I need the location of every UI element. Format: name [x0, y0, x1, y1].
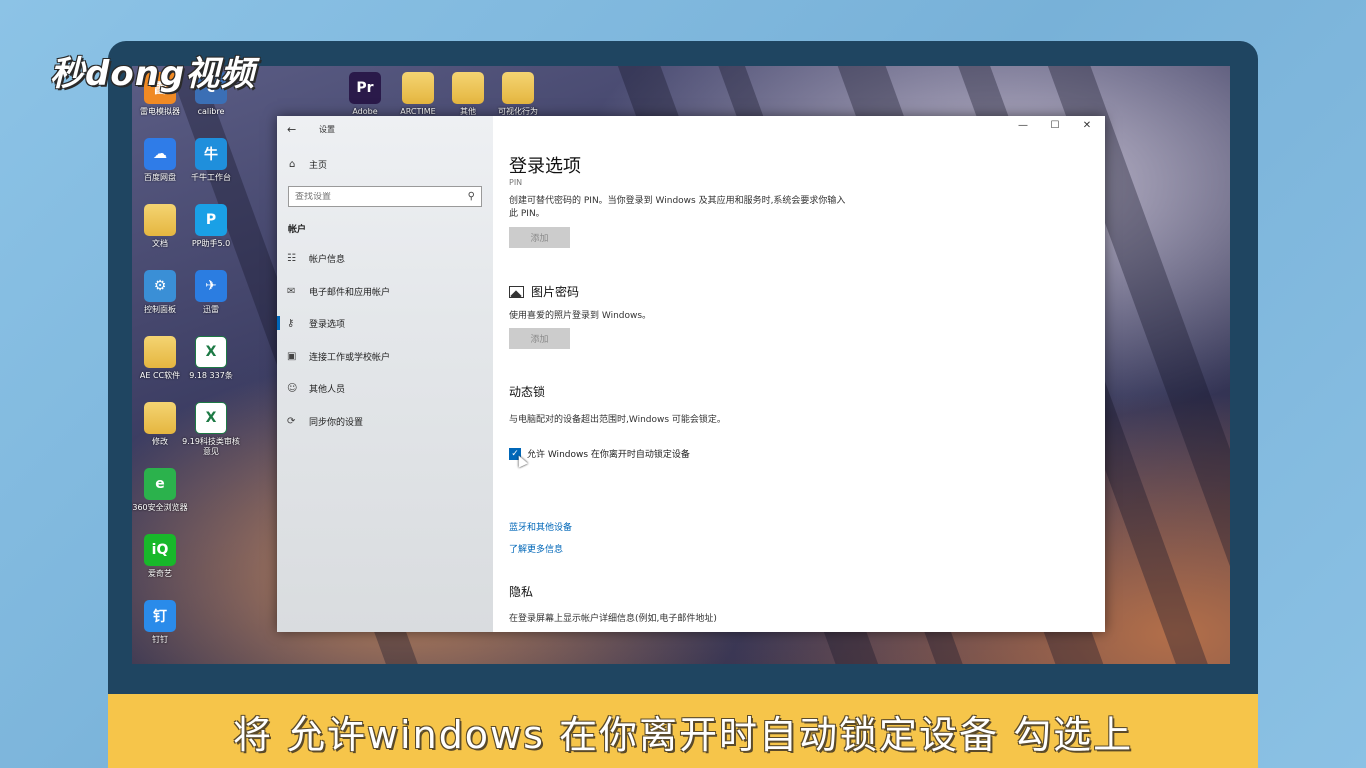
subtitle-text: 将 允许windows 在你离开时自动锁定设备 勾选上 — [232, 712, 1134, 757]
key-icon: ⚷ — [287, 317, 295, 329]
app-icon: 钉 — [144, 600, 176, 632]
folder-icon — [144, 336, 176, 368]
excel-file-icon: X — [195, 336, 227, 368]
desktop-icon[interactable]: 钉钉钉 — [130, 600, 190, 645]
desktop-icon-label: 9.19科技类审核意见 — [182, 437, 240, 456]
folder-icon — [144, 204, 176, 236]
app-icon: 牛 — [195, 138, 227, 170]
desktop-icon-label: 爱奇艺 — [148, 569, 172, 578]
dynamic-lock-checkbox-label[interactable]: 允许 Windows 在你离开时自动锁定设备 — [527, 447, 690, 460]
privacy-heading: 隐私 — [509, 585, 534, 599]
sidebar-item-other-people[interactable]: ☺ 其他人员 — [277, 374, 493, 402]
desktop-icon[interactable]: X 9.19科技类审核意见 — [181, 402, 241, 457]
desktop-icon[interactable]: X 9.18 337条 — [181, 336, 241, 381]
desktop-icon[interactable]: e 360安全浏览器 — [130, 468, 190, 513]
desktop-icon[interactable]: Pr Adobe — [335, 72, 395, 117]
settings-window: ← 设置 ⌂ 主页 ⚲ 帐户 ☷ 帐户信息 ✉ 电子邮件和应用帐户 ⚷ 登录选项… — [277, 116, 1105, 632]
section-label-accounts: 帐户 — [288, 225, 307, 235]
picture-password-heading: 图片密码 — [509, 283, 579, 300]
desktop-icon[interactable]: P PP助手5.0 — [181, 204, 241, 249]
app-icon: ✈ — [195, 270, 227, 302]
dynamic-lock-checkbox-row[interactable]: ✓ 允许 Windows 在你离开时自动锁定设备 — [509, 447, 690, 460]
app-icon: ☁ — [144, 138, 176, 170]
sidebar-item-label: 帐户信息 — [309, 254, 346, 265]
settings-search-box[interactable]: ⚲ — [288, 186, 482, 207]
picture-icon — [509, 285, 524, 298]
settings-sidebar: ← 设置 ⌂ 主页 ⚲ 帐户 ☷ 帐户信息 ✉ 电子邮件和应用帐户 ⚷ 登录选项… — [277, 116, 493, 632]
dynamic-lock-heading: 动态锁 — [509, 385, 546, 399]
app-icon: P — [195, 204, 227, 236]
search-input[interactable] — [295, 191, 468, 202]
desktop-icon[interactable]: iQ 爱奇艺 — [130, 534, 190, 579]
settings-content: — ☐ ✕ 登录选项 PIN 创建可替代密码的 PIN。当你登录到 Window… — [493, 116, 1105, 632]
folder-icon — [402, 72, 434, 104]
minimize-icon[interactable]: — — [1013, 120, 1033, 131]
desktop-icon-label: 千牛工作台 — [191, 173, 231, 182]
monitor-bezel-bottom — [132, 664, 1230, 694]
desktop-icon-label: 迅雷 — [203, 305, 219, 314]
desktop-icon-label: 9.18 337条 — [189, 371, 233, 380]
back-arrow-icon[interactable]: ← — [287, 123, 303, 136]
app-icon: ⚙ — [144, 270, 176, 302]
desktop-icon-label: PP助手5.0 — [191, 239, 231, 248]
privacy-description: 在登录屏幕上显示帐户详细信息(例如,电子邮件地址) — [509, 614, 717, 624]
folder-icon — [144, 402, 176, 434]
sidebar-item-label: 连接工作或学校帐户 — [309, 352, 391, 363]
maximize-icon[interactable]: ☐ — [1045, 120, 1065, 131]
watermark-logo: 秒dong视频 — [50, 54, 256, 94]
nav-home-label: 主页 — [309, 161, 328, 171]
pin-heading: PIN — [509, 178, 523, 187]
close-icon[interactable]: ✕ — [1077, 120, 1097, 131]
search-icon[interactable]: ⚲ — [468, 191, 475, 202]
picture-add-button[interactable]: 添加 — [509, 328, 570, 349]
desktop-icon[interactable]: 牛千牛工作台 — [181, 138, 241, 183]
app-icon: Pr — [349, 72, 381, 104]
app-title: 设置 — [319, 124, 335, 134]
app-icon: iQ — [144, 534, 176, 566]
sidebar-item-sign-in-options[interactable]: ⚷ 登录选项 — [277, 309, 493, 337]
subtitle-bar: 将 允许windows 在你离开时自动锁定设备 勾选上 — [108, 694, 1258, 768]
picture-password-heading-label: 图片密码 — [531, 285, 580, 299]
window-controls: — ☐ ✕ — [1013, 120, 1097, 131]
page-title: 登录选项 — [509, 156, 581, 177]
mail-icon: ✉ — [287, 285, 296, 297]
home-icon: ⌂ — [289, 159, 296, 170]
sidebar-item-label: 同步你的设置 — [309, 417, 364, 428]
folder-icon — [452, 72, 484, 104]
sidebar-item-account-info[interactable]: ☷ 帐户信息 — [277, 244, 493, 272]
desktop-icon-label: calibre — [197, 107, 225, 116]
sidebar-item-sync-settings[interactable]: ⟳ 同步你的设置 — [277, 407, 493, 435]
bluetooth-devices-link[interactable]: 蓝牙和其他设备 — [509, 520, 572, 533]
sync-icon: ⟳ — [287, 415, 296, 427]
excel-file-icon: X — [195, 402, 227, 434]
sidebar-item-email-accounts[interactable]: ✉ 电子邮件和应用帐户 — [277, 277, 493, 305]
app-icon: e — [144, 468, 176, 500]
briefcase-icon: ▣ — [287, 350, 297, 362]
sidebar-item-label: 登录选项 — [309, 319, 346, 330]
folder-icon — [502, 72, 534, 104]
pin-add-button[interactable]: 添加 — [509, 227, 570, 248]
titlebar-left: ← 设置 — [287, 120, 335, 138]
person-card-icon: ☷ — [287, 252, 296, 264]
desktop-icon-label: 360安全浏览器 — [132, 503, 188, 512]
learn-more-link[interactable]: 了解更多信息 — [509, 542, 563, 555]
sidebar-item-work-school[interactable]: ▣ 连接工作或学校帐户 — [277, 342, 493, 370]
desktop-icon[interactable]: 可视化行为 — [488, 72, 548, 117]
people-icon: ☺ — [287, 382, 298, 394]
desktop-icon-label: 钉钉 — [152, 635, 168, 644]
nav-home[interactable]: ⌂ 主页 — [289, 158, 327, 171]
sidebar-item-label: 电子邮件和应用帐户 — [309, 287, 391, 298]
picture-password-description: 使用喜爱的照片登录到 Windows。 — [509, 311, 652, 321]
sidebar-item-label: 其他人员 — [309, 384, 346, 395]
desktop-icon[interactable]: ✈ 迅雷 — [181, 270, 241, 315]
dynamic-lock-description: 与电脑配对的设备超出范围时,Windows 可能会锁定。 — [509, 415, 726, 425]
pin-description: 创建可替代密码的 PIN。当你登录到 Windows 及其应用和服务时,系统会要… — [509, 196, 846, 219]
